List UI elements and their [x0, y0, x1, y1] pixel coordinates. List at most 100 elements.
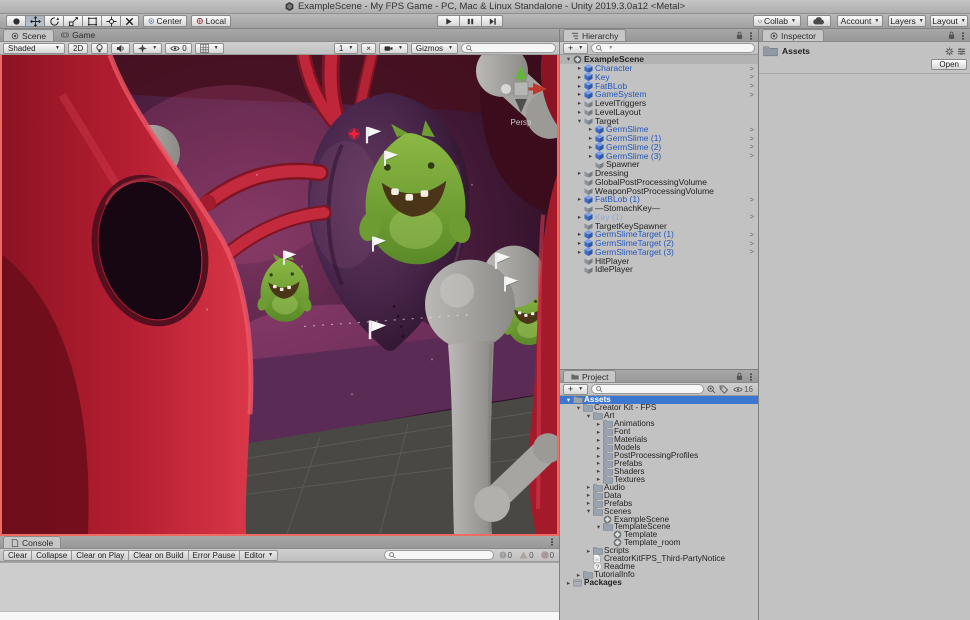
- expand-arrow[interactable]: ▸: [575, 73, 584, 81]
- expand-arrow[interactable]: ▸: [586, 143, 595, 151]
- layers-dropdown[interactable]: Layers▼: [888, 15, 926, 27]
- expand-arrow[interactable]: ▾: [564, 396, 573, 404]
- expand-arrow[interactable]: ▸: [594, 420, 603, 428]
- expand-arrow[interactable]: ▸: [575, 230, 584, 238]
- audio-toggle[interactable]: [111, 43, 130, 54]
- expand-arrow[interactable]: ▾: [594, 523, 603, 531]
- step-button[interactable]: [481, 15, 503, 27]
- create-asset-dropdown[interactable]: +▼: [563, 384, 588, 395]
- expand-arrow[interactable]: ▸: [594, 436, 603, 444]
- project-search-input[interactable]: [591, 384, 704, 394]
- expand-arrow[interactable]: ▸: [586, 152, 595, 160]
- tab-game[interactable]: Game: [54, 29, 102, 41]
- project-row-creatorkitfps-third-partynotice[interactable]: CreatorKitFPS_Third-PartyNotice: [560, 555, 758, 563]
- expand-arrow[interactable]: ▾: [584, 412, 593, 420]
- camera-settings-dropdown[interactable]: ▼: [379, 43, 408, 54]
- project-row-audio[interactable]: ▸Audio: [560, 483, 758, 491]
- menu-icon[interactable]: [747, 373, 755, 381]
- hierarchy-row-leveltriggers[interactable]: ▸LevelTriggers: [560, 99, 758, 108]
- transform-tool-button[interactable]: [101, 15, 120, 27]
- hierarchy-row-weaponpostprocessingvolume[interactable]: WeaponPostProcessingVolume: [560, 186, 758, 195]
- create-object-dropdown[interactable]: +▼: [563, 43, 588, 54]
- hierarchy-row-examplescene[interactable]: ▾ExampleScene: [560, 55, 758, 64]
- project-row-textures[interactable]: ▸Textures: [560, 475, 758, 483]
- tab-inspector[interactable]: Inspector: [762, 29, 824, 41]
- tab-scene[interactable]: Scene: [3, 29, 54, 41]
- expand-arrow[interactable]: ▸: [584, 547, 593, 555]
- expand-arrow[interactable]: ▸: [575, 213, 584, 221]
- scene-visibility-toggle[interactable]: 0: [165, 43, 191, 54]
- 2d-toggle[interactable]: 2D: [68, 43, 88, 54]
- hierarchy-row-idleplayer[interactable]: IdlePlayer: [560, 265, 758, 274]
- presets-icon[interactable]: [957, 47, 966, 56]
- prefab-open-arrow[interactable]: >: [750, 151, 758, 160]
- expand-arrow[interactable]: ▸: [594, 452, 603, 460]
- expand-arrow[interactable]: ▸: [594, 459, 603, 467]
- scene-search-input[interactable]: [461, 43, 556, 53]
- hierarchy-row-levellayout[interactable]: ▸LevelLayout: [560, 108, 758, 117]
- grid-visibility-dropdown[interactable]: ▼: [195, 43, 224, 54]
- expand-arrow[interactable]: ▸: [584, 483, 593, 491]
- project-row-materials[interactable]: ▸Materials: [560, 436, 758, 444]
- project-row-font[interactable]: ▸Font: [560, 428, 758, 436]
- hierarchy-row-hitplayer[interactable]: HitPlayer: [560, 256, 758, 265]
- hierarchy-row-gamesystem[interactable]: ▸GameSystem>: [560, 90, 758, 99]
- warning-count[interactable]: 0: [517, 551, 535, 560]
- prefab-open-arrow[interactable]: >: [750, 72, 758, 81]
- hierarchy-row-fatblob[interactable]: ▸FatBLob>: [560, 81, 758, 90]
- project-row-postprocessingprofiles[interactable]: ▸PostProcessingProfiles: [560, 452, 758, 460]
- view-tool-button[interactable]: [6, 15, 25, 27]
- hierarchy-row-germslimetarget-3-[interactable]: ▸GermSlimeTarget (3)>: [560, 248, 758, 257]
- prefab-open-arrow[interactable]: >: [750, 142, 758, 151]
- hierarchy-row-spawner[interactable]: Spawner: [560, 160, 758, 169]
- hierarchy-row-key[interactable]: ▸Key>: [560, 73, 758, 82]
- project-row-art[interactable]: ▾Art: [560, 412, 758, 420]
- project-row-data[interactable]: ▸Data: [560, 491, 758, 499]
- tab-project[interactable]: Project: [563, 370, 616, 382]
- prefab-open-arrow[interactable]: >: [750, 195, 758, 204]
- prefab-open-arrow[interactable]: >: [750, 247, 758, 256]
- search-by-label-icon[interactable]: [719, 385, 728, 394]
- prefab-open-arrow[interactable]: >: [750, 64, 758, 73]
- tab-console[interactable]: Console: [3, 536, 61, 548]
- collapse-button[interactable]: Collapse: [32, 550, 72, 561]
- expand-arrow[interactable]: ▸: [575, 108, 584, 116]
- shading-mode-dropdown[interactable]: Shaded▼: [3, 43, 65, 54]
- menu-icon[interactable]: [959, 32, 967, 40]
- console-search-input[interactable]: [384, 550, 494, 560]
- clear-on-play-button[interactable]: Clear on Play: [72, 550, 129, 561]
- cloud-button[interactable]: [807, 15, 831, 27]
- project-row-templatescene[interactable]: ▾TemplateScene: [560, 523, 758, 531]
- prefab-open-arrow[interactable]: >: [750, 230, 758, 239]
- play-button[interactable]: [437, 15, 459, 27]
- lock-icon[interactable]: [948, 31, 955, 40]
- scene-tools-button[interactable]: ×: [361, 43, 376, 54]
- pivot-toggle-button[interactable]: Center: [143, 15, 187, 27]
- tab-hierarchy[interactable]: Hierarchy: [563, 29, 626, 41]
- prefab-open-arrow[interactable]: >: [750, 134, 758, 143]
- gear-icon[interactable]: [945, 47, 954, 56]
- project-row-template-room[interactable]: Template_room: [560, 539, 758, 547]
- expand-arrow[interactable]: ▸: [584, 491, 593, 499]
- hierarchy-row--stomachkey-[interactable]: —StomachKey—: [560, 204, 758, 213]
- prefab-open-arrow[interactable]: >: [750, 212, 758, 221]
- console-log-area[interactable]: [0, 562, 559, 620]
- lock-icon[interactable]: [736, 372, 743, 381]
- project-row-creator-kit-fps[interactable]: ▾Creator Kit - FPS: [560, 404, 758, 412]
- expand-arrow[interactable]: ▸: [584, 499, 593, 507]
- space-toggle-button[interactable]: Local: [191, 15, 231, 27]
- layout-dropdown[interactable]: Layout▼: [930, 15, 968, 27]
- gizmos-dropdown[interactable]: Gizmos▼: [411, 43, 458, 54]
- scale-tool-button[interactable]: [63, 15, 82, 27]
- hidden-packages-toggle[interactable]: 16: [731, 385, 755, 394]
- menu-icon[interactable]: [548, 538, 556, 546]
- hierarchy-search-input[interactable]: ▼: [591, 43, 755, 53]
- project-row-animations[interactable]: ▸Animations: [560, 420, 758, 428]
- project-row-packages[interactable]: ▸Packages: [560, 579, 758, 587]
- info-count[interactable]: ! 0: [497, 551, 514, 560]
- rect-tool-button[interactable]: [82, 15, 101, 27]
- expand-arrow[interactable]: ▸: [586, 125, 595, 133]
- hierarchy-row-target[interactable]: ▾Target: [560, 116, 758, 125]
- lock-icon[interactable]: [736, 31, 743, 40]
- project-row-prefabs[interactable]: ▸Prefabs: [560, 499, 758, 507]
